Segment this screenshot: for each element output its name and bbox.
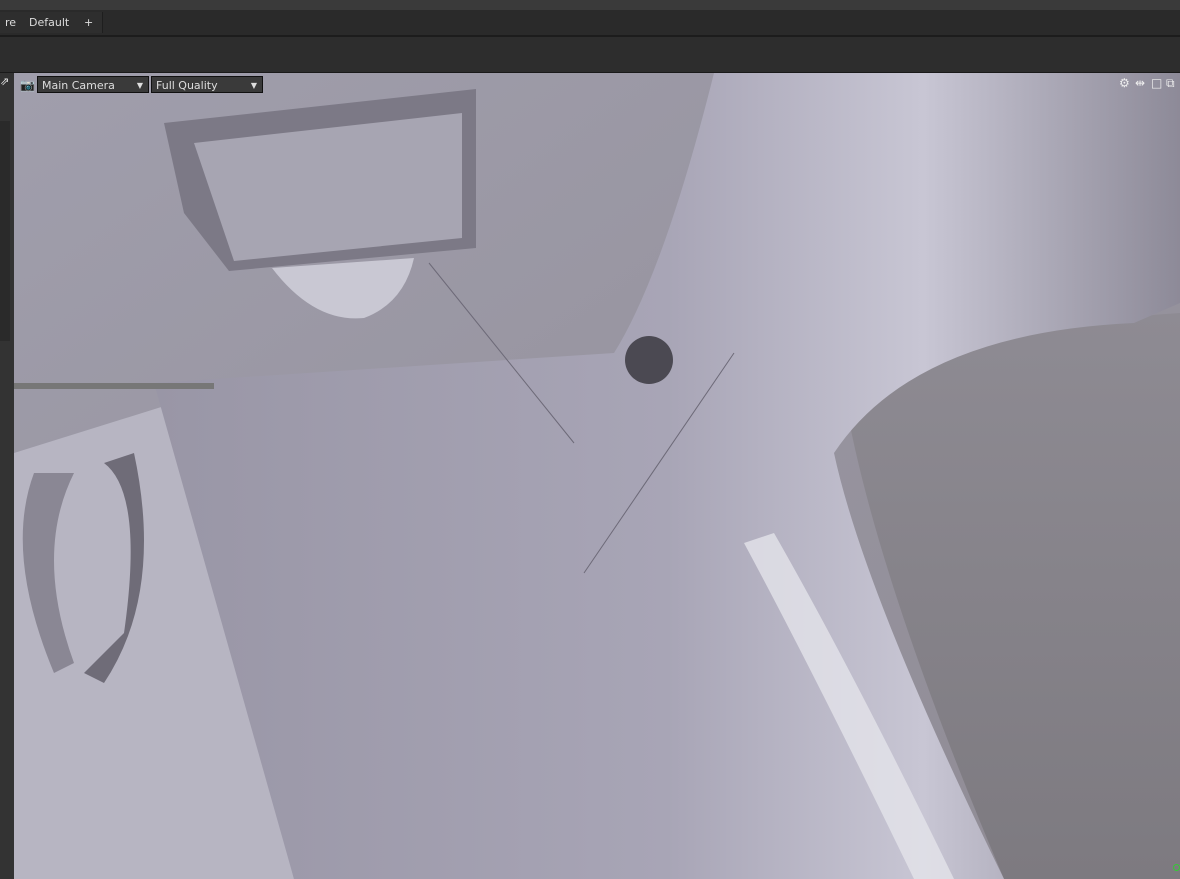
chevron-down-icon: ▼ (136, 81, 143, 90)
popout-icon[interactable]: ⇗ (0, 75, 9, 89)
move-icon[interactable]: ⇹ (1135, 76, 1145, 90)
toolbar (0, 37, 1180, 73)
scene-render (14, 73, 1180, 879)
camera-icon[interactable]: 📷 (20, 78, 35, 92)
scrollbar[interactable] (0, 121, 10, 341)
maximize-icon[interactable]: □ (1151, 76, 1162, 90)
chevron-down-icon: ▼ (250, 81, 257, 90)
left-panel: ⇗ (0, 73, 14, 879)
quality-select[interactable]: Full Quality ▼ (151, 76, 263, 93)
tab-default[interactable]: Default (20, 12, 80, 33)
title-strip (0, 0, 1180, 10)
scene-viewport[interactable]: 📷 Main Camera ▼ Full Quality ▼ ⚙ ⇹ □ ⧉ (14, 73, 1180, 879)
gear-icon[interactable]: ⚙ (1119, 76, 1130, 90)
status-indicator (1173, 864, 1180, 871)
add-tab-button[interactable]: + (75, 12, 104, 33)
camera-select[interactable]: Main Camera ▼ (37, 76, 149, 93)
tab-label: re (5, 16, 17, 29)
layout-tab-bar: re Default + (0, 10, 1180, 37)
popout-icon[interactable]: ⧉ (1166, 76, 1175, 90)
camera-select-value: Main Camera (42, 79, 115, 92)
tab-label: Default (29, 16, 70, 29)
quality-select-value: Full Quality (156, 79, 218, 92)
tab-label: + (84, 16, 94, 29)
